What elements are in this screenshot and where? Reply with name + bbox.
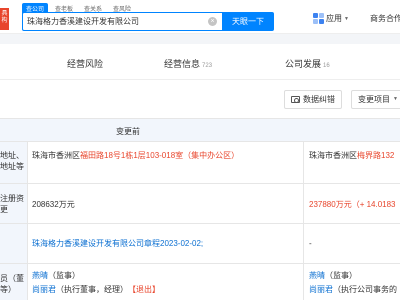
person-role: （监事） — [325, 271, 357, 280]
row-label: 员（董 等） — [0, 264, 28, 300]
search-button[interactable]: 天眼一下 — [222, 12, 274, 31]
table-row: 地址、 地址等 珠海市香洲区福田路18号1栋1层103-018室（集中办公区） … — [0, 142, 400, 184]
tab-label: 公司发展 — [285, 59, 322, 69]
section-gap — [0, 34, 400, 44]
address-prefix: 珠海市香洲区 — [309, 151, 357, 160]
cell-before: 珠海市香洲区福田路18号1栋1层103-018室（集中办公区） — [28, 142, 304, 183]
top-header: 具构 查公司 查老板 查关系 查风险 × 天眼一下 应用 ▼ 商务合作 — [0, 0, 400, 34]
tab-label: 经营风险 — [67, 59, 104, 69]
member-line: 尚丽君（执行董事，经理） 【退出】 — [32, 283, 303, 297]
chevron-down-icon: ▼ — [393, 96, 398, 102]
cell-before: 208632万元 — [28, 184, 304, 223]
person-role: （监事） — [48, 271, 80, 280]
person-link[interactable]: 尚丽君 — [32, 285, 56, 294]
tab-business-risk[interactable]: 经营风险 — [67, 57, 103, 70]
column-header-before: 变更前 — [116, 127, 140, 136]
table-row: 注册资 更 208632万元 237880万元（+ 14.0183 — [0, 184, 400, 224]
apps-menu-button[interactable]: 应用 ▼ — [313, 13, 349, 24]
apps-menu-label: 应用 — [326, 14, 342, 23]
tab-company-development[interactable]: 公司发展 16 — [285, 57, 330, 70]
brand-logo[interactable]: 具构 — [0, 8, 9, 30]
member-line: 燕晴（监事） — [309, 269, 400, 283]
tab-count: 723 — [202, 63, 213, 69]
search-input[interactable] — [23, 13, 205, 30]
address-prefix: 珠海市香洲区 — [32, 151, 80, 160]
table-header-row: 变更前 — [0, 118, 400, 142]
brand-logo-text: 具构 — [1, 11, 8, 24]
person-link[interactable]: 燕晴 — [32, 271, 48, 280]
table-toolbar: 数据纠错 变更项目 ▼ — [0, 80, 400, 118]
row-label: 注册资 更 — [0, 184, 28, 223]
clear-icon[interactable]: × — [208, 17, 217, 26]
search-box: × — [22, 12, 222, 31]
person-role: （执行公司事务的 — [333, 285, 397, 294]
cell-after: 燕晴（监事） 尚丽君（执行公司事务的 — [304, 264, 400, 300]
table-row: 珠海格力香溪建设开发有限公司章程2023-02-02; - — [0, 224, 400, 264]
tab-label: 经营信息 — [164, 59, 201, 69]
cell-after: 珠海市香洲区梅界路132 — [304, 142, 400, 183]
change-item-dropdown[interactable]: 变更项目 ▼ — [351, 90, 400, 109]
exit-tag: 【退出】 — [132, 285, 160, 294]
address-changed-text: 福田路18号1栋1层103-018室（集中办公区） — [80, 151, 240, 160]
row-label — [0, 224, 28, 263]
row-label: 地址、 地址等 — [0, 142, 28, 183]
person-role: （执行董事，经理） — [56, 285, 128, 294]
articles-link[interactable]: 珠海格力香溪建设开发有限公司章程2023-02-02; — [28, 224, 304, 263]
member-line: 燕晴（监事） — [32, 269, 303, 283]
business-cooperation-link[interactable]: 商务合作 — [370, 13, 400, 24]
person-link[interactable]: 尚丽君 — [309, 285, 333, 294]
section-nav-tabs: 经营风险 经营信息 723 公司发展 16 — [0, 44, 400, 80]
member-line: 尚丽君（执行公司事务的 — [309, 283, 400, 297]
chevron-down-icon: ▼ — [344, 15, 349, 22]
cell-after: - — [309, 239, 312, 248]
address-changed-text: 梅界路132 — [357, 151, 395, 160]
table-row: 员（董 等） 燕晴（监事） 尚丽君（执行董事，经理） 【退出】 燕晴（监事） 尚丽… — [0, 264, 400, 300]
tab-business-info[interactable]: 经营信息 723 — [164, 57, 212, 70]
data-correction-button[interactable]: 数据纠错 — [284, 90, 342, 109]
apps-grid-icon — [313, 13, 324, 24]
person-link[interactable]: 燕晴 — [309, 271, 325, 280]
tab-count: 16 — [323, 63, 330, 69]
cell-after: 237880万元（+ 14.0183 — [309, 200, 396, 209]
data-correction-label: 数据纠错 — [303, 95, 335, 104]
camera-icon — [291, 96, 300, 103]
change-item-label: 变更项目 — [358, 95, 390, 104]
cell-before: 燕晴（监事） 尚丽君（执行董事，经理） 【退出】 — [28, 264, 304, 300]
